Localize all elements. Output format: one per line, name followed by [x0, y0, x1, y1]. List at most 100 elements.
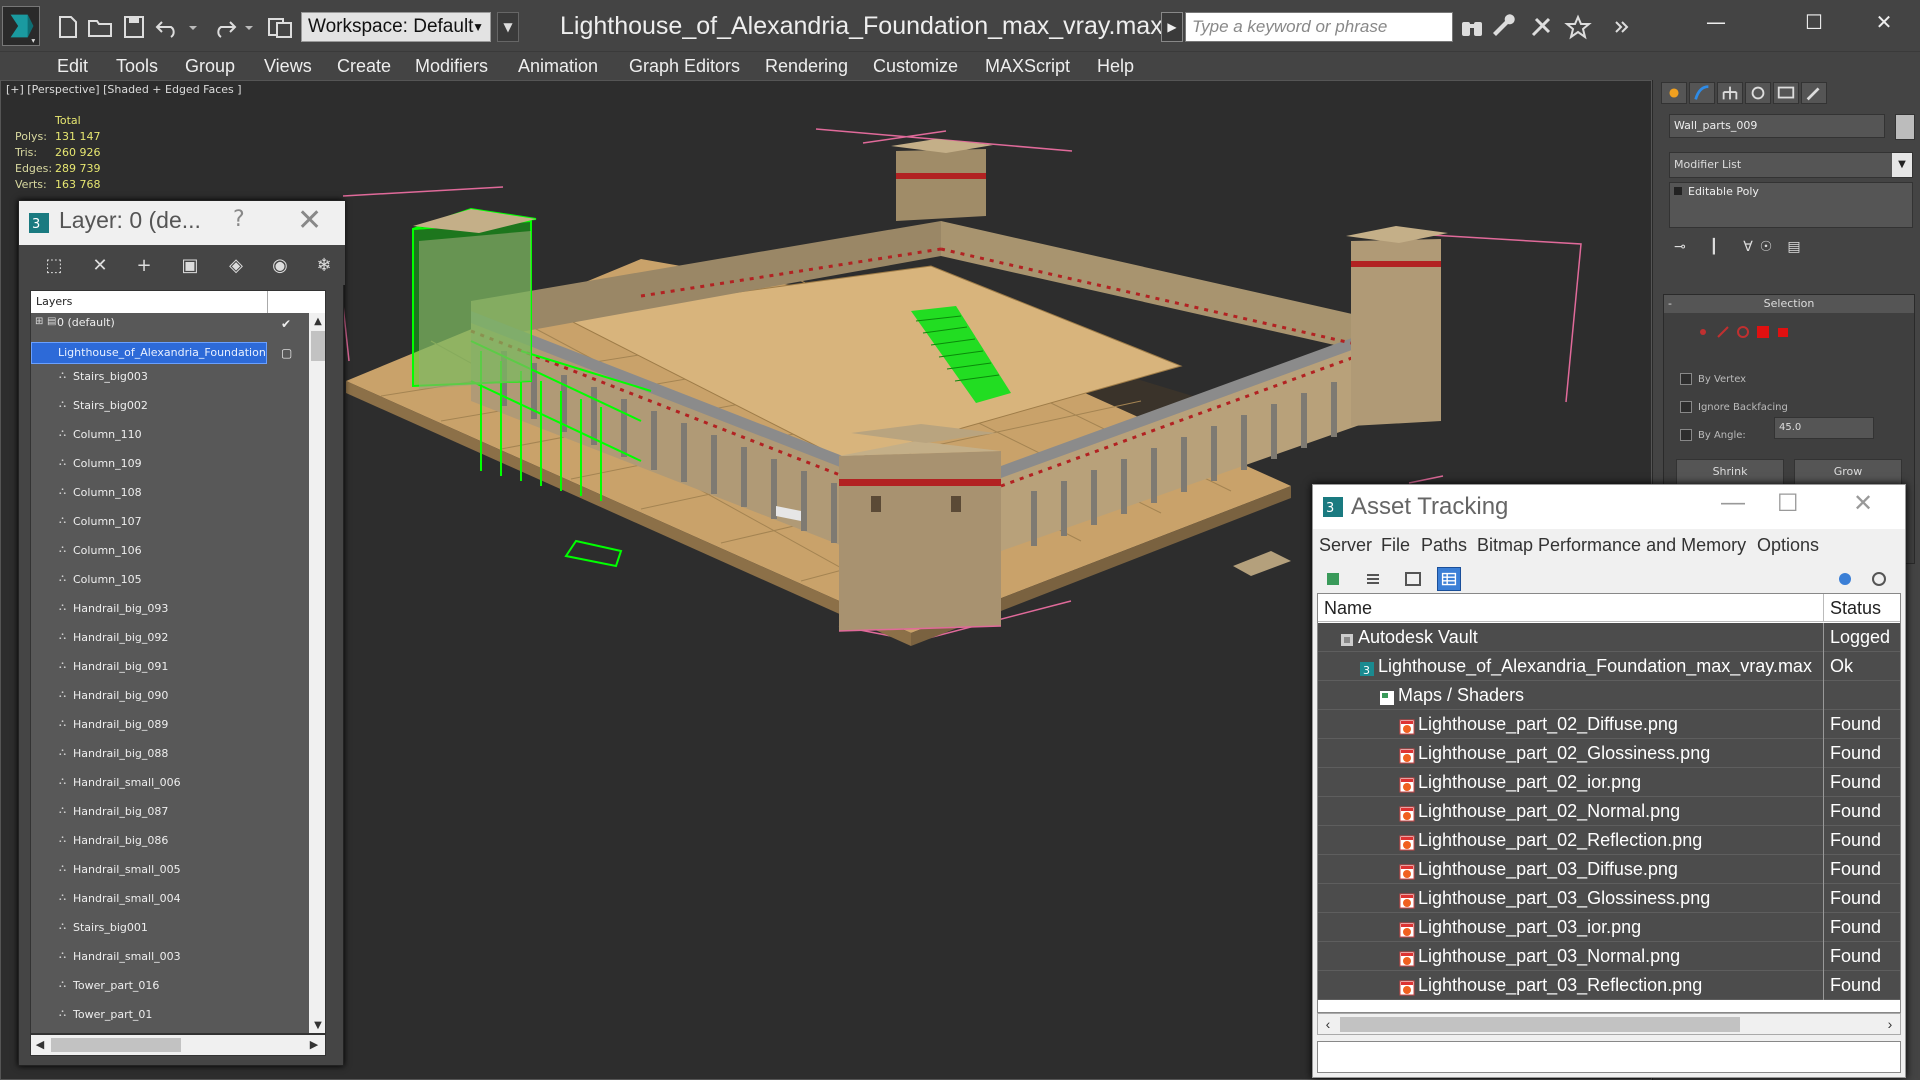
help-icon[interactable] [1833, 567, 1857, 591]
object-row[interactable]: ⛬ Handrail_big_087 [31, 802, 303, 826]
grow-button[interactable]: Grow [1794, 459, 1902, 485]
object-row[interactable]: ⛬ Handrail_big_086 [31, 831, 303, 855]
menu-tools[interactable]: Tools [114, 52, 160, 80]
object-row[interactable]: ⛬ Tower_part_01 [31, 1005, 303, 1029]
object-row[interactable]: ⛬ Handrail_big_090 [31, 686, 303, 710]
active-layer-check-icon[interactable]: ✔ [281, 317, 291, 331]
hierarchy-tab-icon[interactable] [1717, 82, 1743, 104]
asset-row[interactable]: Lighthouse_part_03_Normal.png Found [1318, 942, 1900, 971]
object-row[interactable]: ⛬ Handrail_small_003 [31, 947, 303, 971]
menu-bitmap-performance[interactable]: Bitmap Performance and Memory [1477, 535, 1746, 556]
asset-row[interactable]: Maps / Shaders [1318, 681, 1900, 710]
layer-explorer-window[interactable]: 3 Layer: 0 (de... ? ✕ ⬚ ✕ + ▣ ◈ ◉ ❄ Laye… [18, 200, 345, 1066]
edge-mode-icon[interactable] [1716, 325, 1730, 339]
polygon-mode-icon[interactable] [1756, 325, 1770, 339]
object-name-field[interactable]: Wall_parts_009 [1669, 114, 1885, 138]
object-row[interactable]: ⛬ Handrail_big_092 [31, 628, 303, 652]
object-row[interactable]: ⛬ Handrail_big_088 [31, 744, 303, 768]
asset-horizontal-scrollbar[interactable]: ‹ › [1317, 1013, 1901, 1035]
object-row[interactable]: ⛬ Handrail_small_005 [31, 860, 303, 884]
layer-state-icon[interactable]: ▢ [281, 346, 292, 360]
scroll-thumb[interactable] [311, 331, 325, 361]
menu-options[interactable]: Options [1757, 535, 1819, 556]
create-layer-icon[interactable]: ⬚ [43, 255, 65, 277]
object-row[interactable]: ⛬ Tower_part_016 [31, 976, 303, 1000]
layer-tree[interactable]: Layers ⊞▤0 (default)✔ ⊟▤Lighthouse_of_Ale… [30, 290, 326, 1034]
freeze-all-icon[interactable]: ❄ [313, 255, 335, 277]
object-row[interactable]: ⛬ Column_106 [31, 541, 303, 565]
object-row[interactable]: ⛬ Handrail_big_093 [31, 599, 303, 623]
scroll-right-icon[interactable]: › [1880, 1014, 1900, 1034]
save-icon[interactable] [120, 14, 148, 40]
list-view-icon[interactable] [1361, 567, 1385, 591]
close-icon[interactable]: ✕ [1853, 489, 1873, 518]
selection-rollout-header[interactable]: - Selection [1664, 295, 1914, 313]
open-folder-icon[interactable] [86, 14, 114, 40]
menu-paths[interactable]: Paths [1421, 535, 1467, 556]
stack-item-editable-poly[interactable]: Editable Poly [1674, 185, 1759, 198]
table-view-icon[interactable] [1437, 567, 1461, 591]
utilities-tab-icon[interactable] [1801, 82, 1827, 104]
menu-edit[interactable]: Edit [55, 52, 90, 80]
vertex-mode-icon[interactable] [1696, 325, 1710, 339]
layer-row[interactable]: ⊟▤Lighthouse_of_Alexandria_Foundation [31, 342, 303, 366]
workspace-menu-button[interactable]: ▼ [497, 12, 519, 42]
expand-toggle-icon[interactable]: ⊞ [35, 316, 45, 328]
menu-help[interactable]: Help [1095, 52, 1136, 80]
asset-row[interactable]: Lighthouse_part_03_Diffuse.png Found [1318, 855, 1900, 884]
workspace-select[interactable]: Workspace: Default ▼ [301, 12, 491, 42]
object-row[interactable]: ⛬ Handrail_big_089 [31, 715, 303, 739]
pin-stack-icon[interactable]: ⊸ [1669, 236, 1691, 258]
menu-rendering[interactable]: Rendering [763, 52, 850, 80]
delete-layer-icon[interactable]: ✕ [89, 255, 111, 277]
undo-dropdown-icon[interactable] [186, 14, 200, 40]
layer-row[interactable]: ⊞ ▤ 0 (default) [31, 313, 303, 337]
expand-toolbar-icon[interactable] [1612, 14, 1632, 40]
menu-graph-editors[interactable]: Graph Editors [627, 52, 742, 80]
asset-row[interactable]: Lighthouse_part_02_Diffuse.png Found [1318, 710, 1900, 739]
asset-list[interactable]: Name Status Autodesk Vault Logged 3 Lightho… [1317, 593, 1901, 1013]
asset-row[interactable]: Lighthouse_part_03_Glossiness.png Found [1318, 884, 1900, 913]
ignore-backfacing-checkbox[interactable]: Ignore Backfacing [1680, 401, 1788, 413]
star-icon[interactable] [1564, 14, 1592, 40]
asset-path-field[interactable] [1317, 1041, 1901, 1073]
menu-modifiers[interactable]: Modifiers [413, 52, 490, 80]
object-row[interactable]: ⛬ Stairs_big001 [31, 918, 303, 942]
asset-row[interactable]: Lighthouse_part_02_Reflection.png Found [1318, 826, 1900, 855]
by-angle-checkbox[interactable]: By Angle: [1680, 429, 1746, 441]
element-mode-icon[interactable] [1776, 325, 1790, 339]
minimize-icon[interactable]: — [1721, 489, 1745, 517]
tools-icon[interactable] [1528, 14, 1556, 40]
object-row[interactable]: ⛬ Handrail_big_091 [31, 657, 303, 681]
column-name[interactable]: Name [1324, 594, 1372, 622]
close-icon[interactable]: ✕ [1862, 6, 1906, 38]
object-row[interactable]: ⛬ Column_108 [31, 483, 303, 507]
detail-view-icon[interactable] [1401, 567, 1425, 591]
shrink-button[interactable]: Shrink [1676, 459, 1784, 485]
object-row[interactable]: ⛬ Column_107 [31, 512, 303, 536]
motion-tab-icon[interactable] [1745, 82, 1771, 104]
asset-row[interactable]: Autodesk Vault Logged [1318, 623, 1900, 652]
scroll-thumb[interactable] [1340, 1017, 1740, 1032]
menu-file[interactable]: File [1381, 535, 1410, 556]
menu-customize[interactable]: Customize [871, 52, 960, 80]
object-row[interactable]: ⛬ Column_110 [31, 425, 303, 449]
border-mode-icon[interactable] [1736, 325, 1750, 339]
column-status[interactable]: Status [1830, 594, 1881, 622]
scroll-down-icon[interactable]: ▼ [309, 1017, 325, 1033]
object-row[interactable]: ⛬ Column_109 [31, 454, 303, 478]
object-row[interactable]: ⛬ Column_105 [31, 570, 303, 594]
object-row[interactable]: ⛬ Stairs_big002 [31, 396, 303, 420]
object-row[interactable]: ⛬ Handrail_small_004 [31, 889, 303, 913]
scroll-left-icon[interactable]: ‹ [1318, 1014, 1338, 1034]
show-end-result-icon[interactable]: ┃ [1703, 236, 1725, 258]
minimize-icon[interactable]: — [1694, 6, 1738, 38]
help-icon[interactable]: ? [233, 207, 245, 232]
hide-all-icon[interactable]: ◉ [269, 255, 291, 277]
layers-column-header[interactable]: Layers [31, 291, 325, 313]
binoculars-icon[interactable] [1458, 14, 1486, 40]
asset-row[interactable]: 3 Lighthouse_of_Alexandria_Foundation_max… [1318, 652, 1900, 681]
modifier-stack[interactable]: Editable Poly [1669, 182, 1913, 228]
configure-sets-icon[interactable]: ▤ [1783, 236, 1805, 258]
highlight-layer-icon[interactable]: ◈ [225, 255, 247, 277]
